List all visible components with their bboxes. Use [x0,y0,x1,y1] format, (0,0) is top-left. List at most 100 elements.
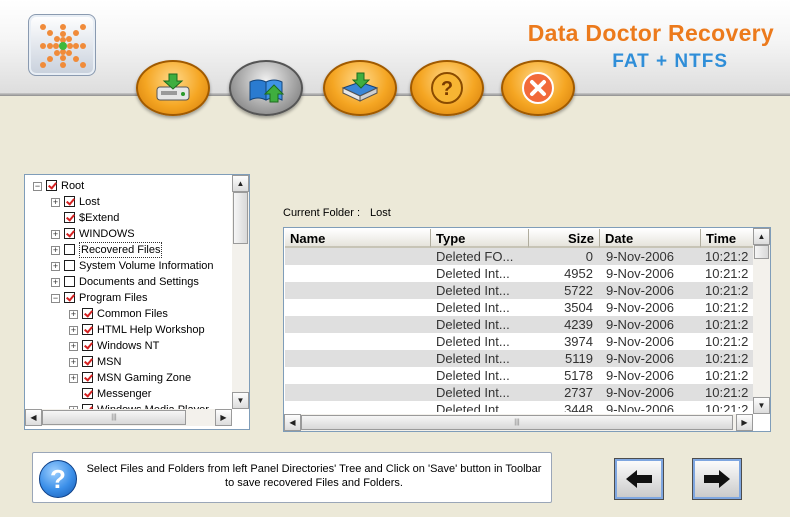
tree-checkbox[interactable] [64,276,75,287]
open-book-button[interactable] [229,60,303,116]
cell-date: 9-Nov-2006 [606,402,674,412]
tree-item[interactable]: + WINDOWS [25,226,233,242]
scroll-thumb[interactable]: ||| [42,410,186,425]
next-button[interactable] [692,458,742,500]
cell-size: 5722 [564,283,593,298]
table-row[interactable]: e01_pt_home.htmDeleted Int...42399-Nov-2… [285,316,753,333]
scroll-down-button[interactable]: ▼ [232,392,249,409]
tree-checkbox[interactable] [82,308,93,319]
tree-item[interactable]: Messenger [25,386,233,402]
tree-item[interactable]: + Windows NT [25,338,233,354]
scroll-thumb[interactable]: ||| [301,415,733,430]
current-folder: Current Folder : Lost [283,207,391,219]
tree-item[interactable]: $Extend [25,210,233,226]
tree-item-label: $Extend [79,212,120,224]
table-row[interactable]: e01_lodg_home.h...Deleted Int...35049-No… [285,299,753,316]
table-row[interactable]: e02_health_text.h...Deleted Int...34489-… [285,401,753,412]
help-button[interactable]: ? [410,60,484,116]
tree-item[interactable]: − Root [25,178,233,194]
cell-time: 10:21:2 [705,334,749,349]
column-header-date[interactable]: Date [600,229,701,248]
column-header-time[interactable]: Time [701,229,757,248]
tree-item[interactable]: + Recovered Files [25,242,233,258]
tree-item[interactable]: + MSN [25,354,233,370]
tree-checkbox[interactable] [82,388,93,399]
question-icon: ? [39,460,77,498]
cell-type: Deleted Int... [436,368,510,383]
scroll-down-button[interactable]: ▼ [753,397,770,414]
cell-time: 10:21:2 [705,351,749,366]
cell-type: Deleted FO... [436,249,514,264]
tree-checkbox[interactable] [64,292,75,303]
tree-checkbox[interactable] [64,244,75,255]
tree-item[interactable]: + Documents and Settings [25,274,233,290]
app-logo [28,14,96,76]
scroll-right-button[interactable]: ▶ [736,414,753,431]
expand-icon[interactable]: + [51,246,60,255]
collapse-icon[interactable]: − [33,182,42,191]
column-header-name[interactable]: Name [285,229,431,248]
column-header-type[interactable]: Type [431,229,529,248]
exit-button[interactable] [501,60,575,116]
tree-item[interactable]: + MSN Gaming Zone [25,370,233,386]
tree-item-label: Program Files [79,292,148,304]
expand-icon[interactable]: + [51,198,60,207]
table-row[interactable]: e01_trav_home.htmDeleted Int...51789-Nov… [285,367,753,384]
file-list[interactable]: Name Type Size Date Time _notesDeleted F… [283,227,771,432]
expand-icon[interactable]: + [69,310,78,319]
expand-icon[interactable]: + [51,262,60,271]
expand-icon[interactable]: + [51,230,60,239]
table-row[interactable]: _notesDeleted FO...09-Nov-200610:21:2 [285,248,753,265]
tree-checkbox[interactable] [64,196,75,207]
tree-item[interactable]: + HTML Help Workshop [25,322,233,338]
tree-checkbox[interactable] [82,356,93,367]
expand-icon[interactable]: + [51,278,60,287]
hint-text: Select Files and Folders from left Panel… [86,463,542,489]
tree-checkbox[interactable] [46,180,57,191]
collapse-icon[interactable]: − [51,294,60,303]
scroll-thumb[interactable] [754,245,769,259]
directory-tree[interactable]: − Root + Lost $Extend + WINDOWS + Recovered File… [24,174,250,430]
scroll-up-button[interactable]: ▲ [232,175,249,192]
tree-item-label: MSN Gaming Zone [97,372,192,384]
tree-item-label: System Volume Information [79,260,214,272]
table-row[interactable]: e01_spa_home.htmDeleted Int...51199-Nov-… [285,350,753,367]
tree-item[interactable]: + Lost [25,194,233,210]
table-row[interactable]: e01_rest_home.htmDeleted Int...39749-Nov… [285,333,753,350]
expand-icon[interactable]: + [69,326,78,335]
tree-checkbox[interactable] [64,260,75,271]
tree-checkbox[interactable] [82,324,93,335]
scroll-up-button[interactable]: ▲ [753,228,770,245]
scroll-right-button[interactable]: ▶ [215,409,232,426]
column-header-size[interactable]: Size [529,229,600,248]
cell-type: Deleted Int... [436,351,510,366]
list-vertical-scrollbar[interactable]: ▲ ▼ [753,228,770,414]
arrow-right-icon [704,470,730,488]
tree-vertical-scrollbar[interactable]: ▲ ▼ [232,175,249,409]
tree-checkbox[interactable] [82,340,93,351]
scroll-left-button[interactable]: ◀ [25,409,42,426]
list-horizontal-scrollbar[interactable]: ◀ ||| ▶ [284,414,753,431]
table-row[interactable]: e02_ent_text.htmDeleted Int...27379-Nov-… [285,384,753,401]
tree-item[interactable]: − Program Files [25,290,233,306]
table-row[interactable]: e01_health_home...Deleted Int...57229-No… [285,282,753,299]
tree-item-label: WINDOWS [79,228,135,240]
tree-horizontal-scrollbar[interactable]: ◀ ||| ▶ [25,409,232,426]
scroll-thumb[interactable] [233,192,248,244]
tree-item[interactable]: +Windows Media Player [25,402,233,409]
back-button[interactable] [614,458,664,500]
tree-checkbox[interactable] [82,372,93,383]
tree-checkbox[interactable] [64,228,75,239]
scroll-left-button[interactable]: ◀ [284,414,301,431]
expand-icon[interactable]: + [69,374,78,383]
expand-icon[interactable]: + [69,358,78,367]
save-disk-button[interactable] [136,60,210,116]
expand-icon[interactable]: + [69,342,78,351]
tree-item[interactable]: + System Volume Information [25,258,233,274]
tree-checkbox[interactable] [64,212,75,223]
table-row[interactable]: e01_ent_home.htmDeleted Int...49529-Nov-… [285,265,753,282]
file-list-body: _notesDeleted FO...09-Nov-200610:21:2e01… [285,248,753,412]
cell-time: 10:21:2 [705,283,749,298]
tree-item[interactable]: + Common Files [25,306,233,322]
save-book-button[interactable] [323,60,397,116]
